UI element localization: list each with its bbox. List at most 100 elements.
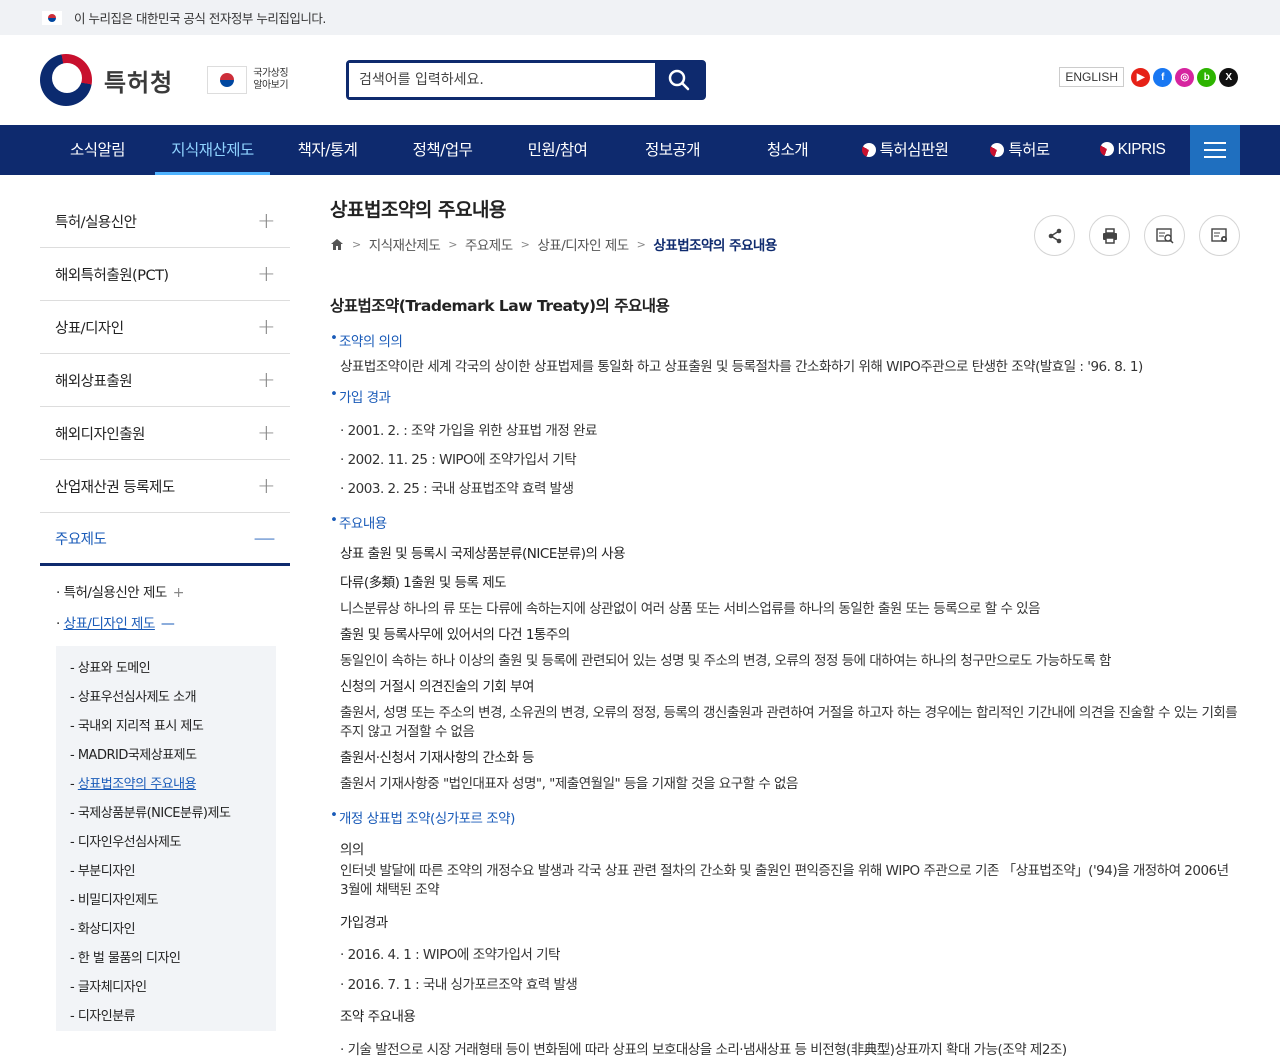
paragraph: 인터넷 발달에 따른 조약의 개정수요 발생과 각국 상표 관련 절차의 간소화… — [340, 863, 1229, 898]
lnb-third-item-active[interactable]: - 상표법조약의 주요내용 — [70, 770, 276, 799]
lnb-item-open[interactable]: 주요제도 — — [40, 513, 290, 566]
national-symbol-link[interactable]: 국가상징 알아보기 — [207, 66, 293, 94]
logo-mini-icon — [1099, 142, 1114, 156]
lnb-item[interactable]: 상표/디자인 + — [40, 301, 290, 354]
gnb-patentro[interactable]: 특허로 — [965, 125, 1075, 175]
preview-button[interactable] — [1144, 215, 1185, 256]
share-button[interactable] — [1034, 215, 1075, 256]
gnb-kipris[interactable]: KIPRIS — [1075, 125, 1190, 175]
lnb-third-item[interactable]: - 화상디자인 — [70, 915, 276, 944]
lnb-item[interactable]: 산업재산권 등록제도 + — [40, 460, 290, 513]
gnb-news[interactable]: 소식알림 — [40, 125, 155, 175]
paragraph-heading: 출원서·신청서 기재사항의 간소화 등 — [340, 750, 534, 766]
minus-icon: — — [253, 525, 276, 551]
hamburger-menu-button[interactable] — [1190, 125, 1240, 175]
lnb-third-item[interactable]: - 한 벌 물품의 디자인 — [70, 944, 276, 973]
lnb-third-item[interactable]: - 디자인우선심사제도 — [70, 828, 276, 857]
list-item: · 2003. 2. 25 : 국내 상표법조약 효력 발생 — [340, 481, 574, 497]
gnb-publications[interactable]: 책자/통계 — [270, 125, 385, 175]
list-item: · 2001. 2. : 조약 가입을 위한 상표법 개정 완료 — [340, 423, 597, 439]
list-item: · 2016. 7. 1 : 국내 싱가포르조약 효력 발생 — [340, 977, 578, 993]
lnb-item[interactable]: 해외특허출원(PCT) + — [40, 248, 290, 301]
subsection-title: 주요내용 — [330, 512, 1240, 532]
main-content: 상표법조약의 주요내용 > 지식재산제도 > 주요제도 > 상표/디자인 제도 > 상표… — [330, 195, 1240, 1058]
national-flag-icon — [207, 66, 248, 94]
section-heading: 상표법조약(Trademark Law Treaty)의 주요내용 — [330, 297, 670, 315]
breadcrumb-current: 상표법조약의 주요내용 — [653, 238, 777, 254]
print-button[interactable] — [1089, 215, 1130, 256]
breadcrumb-item[interactable]: 주요제도 — [465, 234, 513, 254]
lnb-third-item[interactable]: - 부분디자인 — [70, 857, 276, 886]
site-logo[interactable]: 특허청 — [40, 54, 173, 106]
print-icon — [1102, 227, 1117, 244]
instagram-icon[interactable]: ◎ — [1175, 67, 1194, 87]
gnb-about[interactable]: 청소개 — [730, 125, 845, 175]
plus-icon: + — [257, 261, 275, 287]
paragraph-heading: 신청의 거절시 의견진술의 기회 부여 — [340, 679, 534, 695]
subsection-title: 조약의 의의 — [330, 330, 1240, 350]
lnb-third-item[interactable]: - MADRID국제상표제도 — [70, 741, 276, 770]
search-input[interactable] — [349, 63, 655, 97]
side-nav: 특허/실용신안 + 해외특허출원(PCT) + 상표/디자인 + 해외상표출원 + 해외… — [40, 195, 290, 1031]
header: 특허청 국가상징 알아보기 ENGLISH ▶ f ◎ b X — [0, 35, 1280, 125]
paragraph-heading: 의의 — [340, 842, 364, 858]
paragraph-heading: 상표 출원 및 등록시 국제상품분류(NICE분류)의 사용 — [340, 546, 626, 562]
lnb-third-item[interactable]: - 국제상품분류(NICE분류)제도 — [70, 799, 276, 828]
search-icon — [668, 69, 690, 91]
gnb-policy[interactable]: 정책/업무 — [385, 125, 500, 175]
lnb-third-item[interactable]: - 국내외 지리적 표시 제도 — [70, 712, 276, 741]
plus-icon: + — [257, 473, 275, 499]
subsection-title: 개정 상표법 조약(싱가포르 조약) — [330, 807, 1240, 827]
x-icon[interactable]: X — [1219, 67, 1238, 87]
lnb-sub: · 특허/실용신안 제도 + · 상표/디자인 제도 — - 상표와 도메인 - 상… — [40, 566, 290, 1031]
symbol-line1: 국가상징 — [253, 68, 289, 79]
page-tools — [1034, 215, 1240, 256]
paragraph-heading: 조약 주요내용 — [340, 1009, 416, 1025]
lnb-sub-item[interactable]: · 특허/실용신안 제도 + — [56, 578, 290, 609]
lnb-third-item[interactable]: - 상표와 도메인 — [70, 654, 276, 683]
gnb-ipt[interactable]: 특허심판원 — [845, 125, 965, 175]
blog-icon[interactable]: b — [1197, 67, 1216, 87]
share-icon — [1048, 228, 1061, 243]
paragraph: 출원서 기재사항중 "법인대표자 성명", "제출연월일" 등을 기재할 것을 … — [340, 776, 798, 792]
lnb-third-item[interactable]: - 비밀디자인제도 — [70, 886, 276, 915]
lnb-item[interactable]: 해외디자인출원 + — [40, 407, 290, 460]
gnb-ip-system[interactable]: 지식재산제도 — [155, 125, 270, 175]
paragraph-heading: 출원 및 등록사무에 있어서의 다건 1통주의 — [340, 627, 570, 643]
youtube-icon[interactable]: ▶ — [1131, 67, 1150, 87]
korea-flag-icon — [42, 10, 62, 25]
breadcrumb-item[interactable]: 지식재산제도 — [369, 234, 441, 254]
doc-download-button[interactable] — [1199, 215, 1240, 256]
plus-icon: + — [257, 367, 275, 393]
gov-banner-text: 이 누리집은 대한민국 공식 전자정부 누리집입니다. — [74, 11, 326, 26]
lnb-sub-item-active[interactable]: · 상표/디자인 제도 — — [56, 609, 290, 640]
list-item: · 기술 발전으로 시장 거래형태 등이 변화됨에 따라 상표의 보호대상을 소… — [340, 1042, 1067, 1058]
lnb-item[interactable]: 해외상표출원 + — [40, 354, 290, 407]
facebook-icon[interactable]: f — [1153, 67, 1172, 87]
lnb-third-item[interactable]: - 상표우선심사제도 소개 — [70, 683, 276, 712]
lnb-item[interactable]: 특허/실용신안 + — [40, 195, 290, 248]
paragraph: 니스분류상 하나의 류 또는 다류에 속하는지에 상관없이 여러 상품 또는 서… — [340, 601, 1041, 617]
home-icon[interactable] — [330, 238, 344, 251]
breadcrumb-item[interactable]: 상표/디자인 제도 — [537, 234, 629, 254]
plus-icon: + — [172, 585, 185, 601]
lnb-third-item[interactable]: - 디자인분류 — [70, 1002, 276, 1031]
search-button[interactable] — [655, 63, 703, 97]
minus-icon: — — [160, 616, 175, 632]
logo-mini-icon — [990, 143, 1005, 157]
plus-icon: + — [257, 314, 275, 340]
logo-mini-icon — [861, 143, 876, 157]
paragraph: 출원서, 성명 또는 주소의 변경, 소유권의 변경, 오류의 정정, 등록의 … — [340, 705, 1238, 740]
doc-settings-icon — [1210, 227, 1227, 242]
gnb-disclosure[interactable]: 정보공개 — [615, 125, 730, 175]
english-link[interactable]: ENGLISH — [1059, 67, 1124, 87]
gov-banner: 이 누리집은 대한민국 공식 전자정부 누리집입니다. — [0, 0, 1280, 35]
paragraph: 상표법조약이란 세계 각국의 상이한 상표법제를 통일화 하고 상표출원 및 등… — [340, 359, 1143, 375]
main-nav: 소식알림 지식재산제도 책자/통계 정책/업무 민원/참여 정보공개 청소개 특… — [0, 125, 1280, 175]
lnb-third-item[interactable]: - 글자체디자인 — [70, 973, 276, 1002]
search-box — [346, 60, 706, 100]
gnb-civil[interactable]: 민원/참여 — [500, 125, 615, 175]
logo-text: 특허청 — [104, 68, 174, 97]
plus-icon: + — [257, 208, 275, 234]
paragraph-heading: 가입경과 — [340, 915, 388, 931]
